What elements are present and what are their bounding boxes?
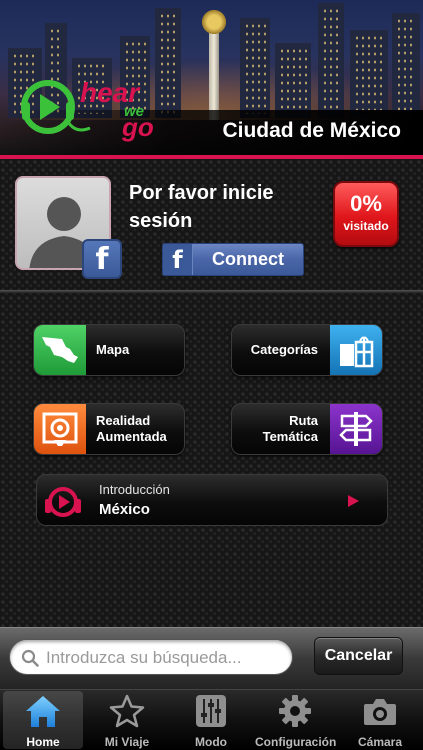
mexico-map-icon	[34, 325, 86, 375]
facebook-connect-label: Connect	[212, 249, 284, 269]
realidad-aumentada-button[interactable]: Realidad Aumentada	[33, 403, 185, 455]
tab-mi-viaje-label: Mi Viaje	[104, 735, 150, 749]
ruta-tematica-label: Ruta Temática	[262, 413, 318, 444]
building	[240, 18, 270, 118]
logo-text-go: go	[121, 112, 154, 142]
login-prompt: Por favor inicie sesión	[129, 182, 274, 232]
intro-big-label: México	[99, 501, 150, 518]
gift-shop-icon	[330, 325, 382, 375]
tab-modo[interactable]: Modo	[171, 691, 251, 749]
mapa-button[interactable]: Mapa	[33, 324, 185, 376]
cancel-button[interactable]: Cancelar	[314, 637, 403, 675]
sliders-icon	[196, 695, 226, 727]
building	[275, 43, 311, 118]
visited-label: visitado	[343, 219, 389, 233]
home-icon	[26, 696, 60, 727]
city-title: Ciudad de México	[222, 119, 401, 142]
gear-icon	[279, 695, 311, 727]
tab-home[interactable]: Home	[3, 691, 83, 749]
ruta-tematica-button[interactable]: Ruta Temática	[231, 403, 383, 455]
building	[350, 30, 388, 118]
visited-percent: 0%	[350, 191, 382, 216]
city-header-banner: hear we go Ciudad de México	[0, 0, 423, 158]
building	[392, 13, 420, 118]
visited-percent-badge: 0% visitado	[333, 181, 399, 247]
tab-home-label: Home	[26, 735, 60, 749]
building	[318, 3, 344, 118]
tab-configuracion-label: Configuración	[255, 735, 337, 749]
hearwego-logo: hear we go	[21, 77, 154, 142]
augmented-reality-icon	[34, 404, 86, 454]
star-icon	[109, 694, 145, 728]
tab-camara[interactable]: Cámara	[340, 691, 420, 749]
categorias-label: Categorías	[250, 342, 318, 357]
realidad-aumentada-label: Realidad Aumentada	[96, 413, 167, 444]
search-input[interactable]	[46, 647, 286, 669]
angel-statue	[202, 10, 226, 34]
categorias-button[interactable]: Categorías	[231, 324, 383, 376]
tab-mi-viaje[interactable]: Mi Viaje	[87, 691, 167, 749]
facebook-f-icon: f	[163, 244, 193, 275]
angel-monument-column	[209, 30, 219, 120]
section-divider	[0, 290, 423, 293]
search-icon	[21, 649, 39, 667]
mapa-label: Mapa	[96, 342, 130, 357]
headphones-play-icon	[45, 487, 81, 517]
camera-icon	[364, 699, 396, 725]
tab-modo-label: Modo	[195, 735, 227, 749]
signpost-icon	[330, 404, 382, 454]
search-field[interactable]	[9, 639, 293, 675]
facebook-connect-button[interactable]: f Connect	[162, 243, 304, 276]
play-arrow-icon	[348, 495, 359, 507]
tab-configuracion[interactable]: Configuración	[255, 691, 337, 749]
intro-small-label: Introducción	[99, 482, 170, 497]
introduccion-mexico-button[interactable]: Introducción México	[36, 474, 388, 526]
tab-camara-label: Cámara	[357, 735, 403, 749]
facebook-icon: f	[82, 239, 122, 279]
